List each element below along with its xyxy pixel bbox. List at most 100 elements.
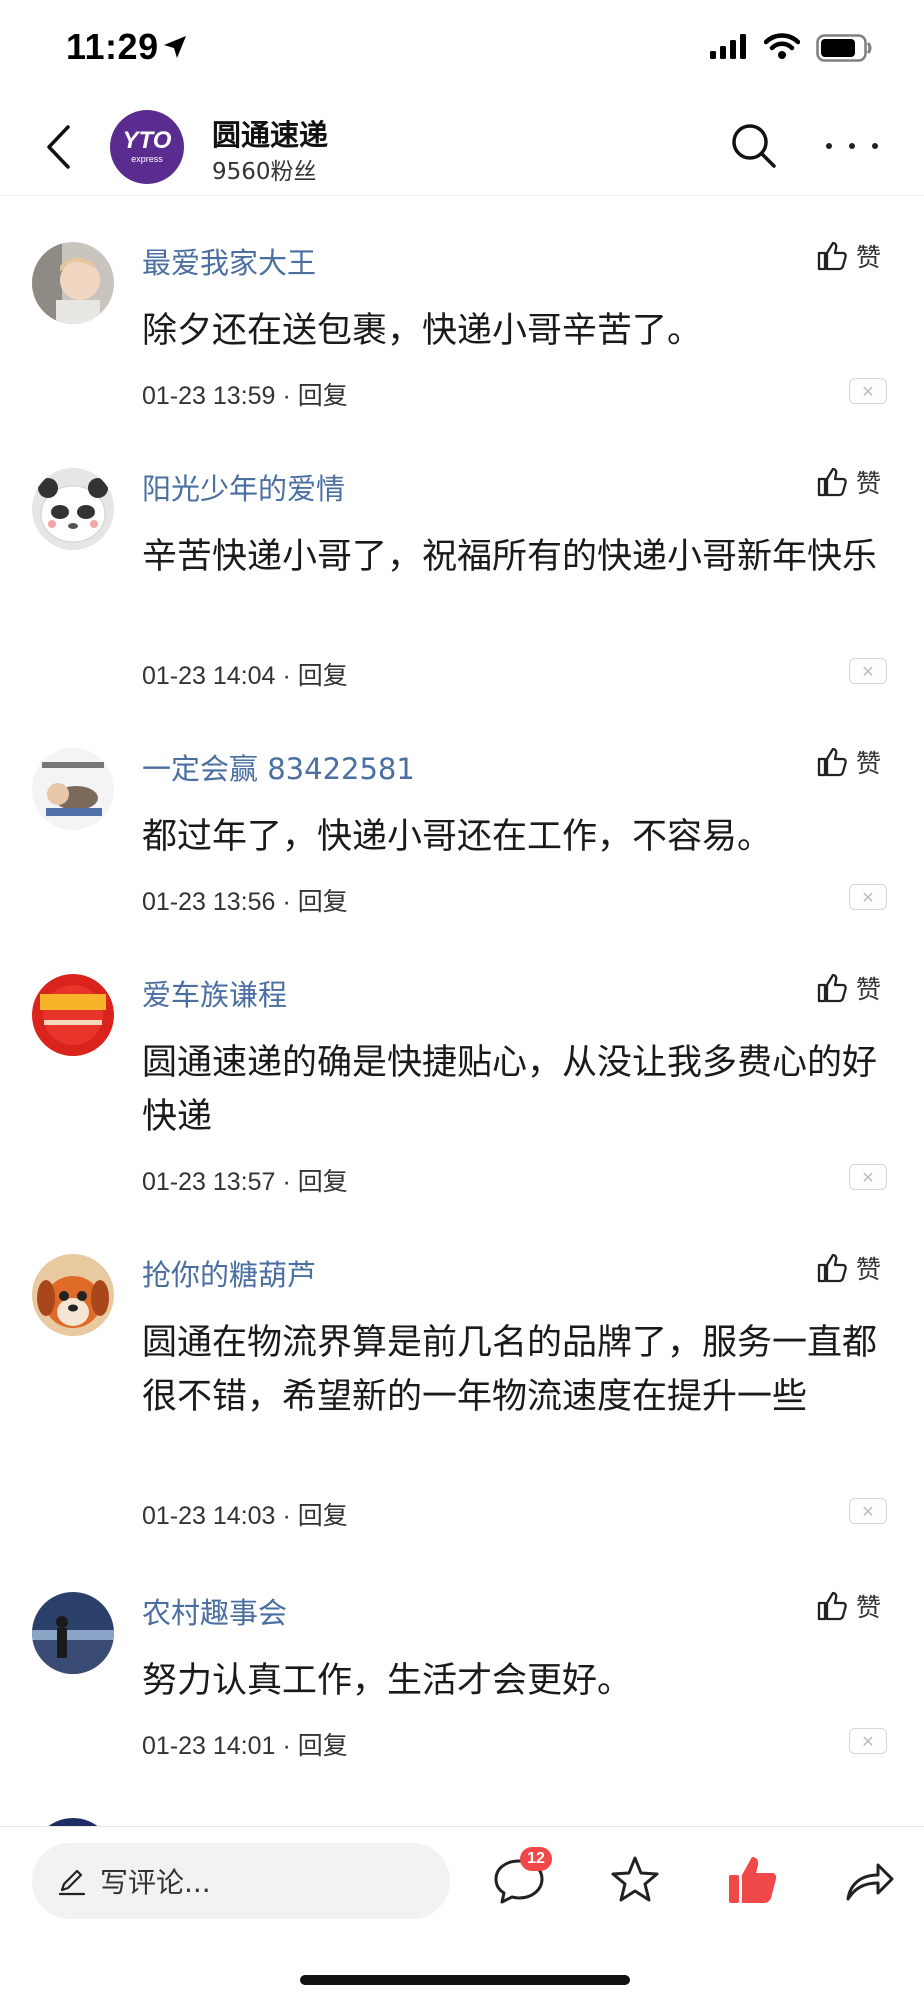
- comment-text: 努力认真工作，生活才会更好。: [142, 1661, 633, 1701]
- avatar[interactable]: [32, 1592, 114, 1674]
- battery-icon: [816, 34, 872, 62]
- status-bar: 11:29: [0, 0, 924, 98]
- comment-meta: 01-23 13:59 · 回复: [142, 381, 348, 410]
- comment-username[interactable]: 抢你的糖葫芦: [142, 1252, 316, 1294]
- logo-text: YTO: [122, 127, 172, 154]
- close-button[interactable]: ✕: [849, 1728, 887, 1754]
- comment-time: 01-23 13:57: [142, 1168, 276, 1196]
- avatar-image: [32, 1592, 114, 1674]
- comment-count-badge: 12: [520, 1847, 552, 1871]
- reply-button[interactable]: 回复: [298, 381, 348, 410]
- close-icon: ✕: [861, 1501, 875, 1521]
- avatar-image: [32, 468, 114, 550]
- comment-text: 除夕还在送包裹，快递小哥辛苦了。: [142, 311, 703, 351]
- avatar-image: [32, 1254, 114, 1336]
- more-dot-icon: [849, 143, 855, 149]
- avatar-image: [32, 974, 114, 1056]
- close-button[interactable]: ✕: [849, 1164, 887, 1190]
- comment-meta: 01-23 13:56 · 回复: [142, 887, 348, 916]
- more-dot-icon: [872, 143, 878, 149]
- comment-time: 01-23 14:04: [142, 662, 276, 690]
- like-label: 赞: [856, 1593, 882, 1622]
- account-header: YTO express 圆通速递 9560粉丝: [0, 98, 924, 196]
- brand-logo[interactable]: YTO express: [110, 110, 184, 184]
- thumbs-up-icon: [817, 1591, 847, 1621]
- home-indicator: [300, 1975, 630, 1985]
- avatar[interactable]: [32, 468, 114, 550]
- comment-text: 圆通速递的确是快捷贴心，从没让我多费心的好快递: [142, 1043, 878, 1137]
- comment-time: 01-23 14:01: [142, 1732, 276, 1760]
- close-button[interactable]: ✕: [849, 658, 887, 684]
- comment-time: 01-23 13:56: [142, 888, 276, 916]
- close-icon: ✕: [861, 1167, 875, 1187]
- close-button[interactable]: ✕: [849, 884, 887, 910]
- thumbs-up-icon: [817, 747, 847, 777]
- like-button[interactable]: 赞: [816, 464, 881, 500]
- like-label: 赞: [856, 243, 882, 272]
- more-options-button[interactable]: [826, 128, 878, 164]
- search-icon[interactable]: [728, 120, 780, 172]
- reply-button[interactable]: 回复: [298, 887, 348, 916]
- like-button[interactable]: 赞: [816, 238, 881, 274]
- like-button[interactable]: 赞: [816, 1250, 881, 1286]
- comment-username[interactable]: 爱车族谦程: [142, 972, 287, 1014]
- like-label: 赞: [856, 1255, 882, 1284]
- location-arrow-icon: [164, 36, 186, 58]
- close-icon: ✕: [861, 887, 875, 907]
- comment-text: 圆通在物流界算是前几名的品牌了，服务一直都很不错，希望新的一年物流速度在提升一些: [142, 1323, 878, 1417]
- like-label: 赞: [856, 975, 882, 1004]
- comment-meta: 01-23 14:01 · 回复: [142, 1731, 348, 1760]
- like-button[interactable]: 赞: [816, 970, 881, 1006]
- pen-icon: [58, 1869, 86, 1896]
- reply-button[interactable]: 回复: [298, 1731, 348, 1760]
- reply-button[interactable]: 回复: [298, 1167, 348, 1196]
- more-dot-icon: [826, 143, 832, 149]
- wifi-icon: [764, 33, 800, 59]
- comment-username[interactable]: 阳光少年的爱情: [142, 466, 345, 508]
- comment-text: 都过年了，快递小哥还在工作，不容易。: [142, 817, 773, 857]
- like-button[interactable]: 赞: [816, 744, 881, 780]
- account-name[interactable]: 圆通速递: [212, 112, 328, 154]
- avatar[interactable]: [32, 748, 114, 830]
- close-icon: ✕: [861, 661, 875, 681]
- comment-input-placeholder: 写评论...: [100, 1866, 211, 1899]
- avatar[interactable]: [32, 242, 114, 324]
- comment-username[interactable]: 最爱我家大王: [142, 240, 316, 282]
- thumbs-up-filled-icon[interactable]: [724, 1851, 782, 1909]
- share-arrow-icon[interactable]: [840, 1851, 898, 1909]
- reply-button[interactable]: 回复: [298, 661, 348, 690]
- thumbs-up-icon: [817, 241, 847, 271]
- bottom-action-bar: 写评论... 12: [0, 1826, 924, 2000]
- status-time: 11:29: [66, 26, 159, 67]
- avatar-image: [32, 242, 114, 324]
- thumbs-up-icon: [817, 1253, 847, 1283]
- comment-username[interactable]: 农村趣事会: [142, 1590, 287, 1632]
- thumbs-up-icon: [817, 973, 847, 1003]
- reply-button[interactable]: 回复: [298, 1501, 348, 1530]
- comment-text: 辛苦快递小哥了，祝福所有的快递小哥新年快乐: [142, 537, 878, 577]
- cellular-signal-icon: [710, 34, 746, 59]
- thumbs-up-icon: [817, 467, 847, 497]
- comment-list: 最爱我家大王 赞 除夕还在送包裹，快递小哥辛苦了。 01-23 13:59 · 回复…: [0, 196, 924, 1826]
- like-button[interactable]: 赞: [816, 1588, 881, 1624]
- avatar-image: [32, 748, 114, 830]
- follower-count: 9560粉丝: [212, 159, 317, 185]
- close-icon: ✕: [861, 1731, 875, 1751]
- comment-meta: 01-23 14:03 · 回复: [142, 1501, 348, 1530]
- comment-input[interactable]: 写评论...: [32, 1843, 450, 1919]
- star-icon[interactable]: [606, 1851, 664, 1909]
- logo-subtext: express: [131, 154, 163, 164]
- back-button[interactable]: [36, 118, 80, 176]
- like-label: 赞: [856, 749, 882, 778]
- back-arrow-icon: [47, 125, 70, 169]
- close-button[interactable]: ✕: [849, 378, 887, 404]
- comment-time: 01-23 13:59: [142, 382, 276, 410]
- close-button[interactable]: ✕: [849, 1498, 887, 1524]
- comment-meta: 01-23 14:04 · 回复: [142, 661, 348, 690]
- like-label: 赞: [856, 469, 882, 498]
- avatar[interactable]: [32, 1254, 114, 1336]
- avatar[interactable]: [32, 974, 114, 1056]
- comment-meta: 01-23 13:57 · 回复: [142, 1167, 348, 1196]
- comment-time: 01-23 14:03: [142, 1502, 276, 1530]
- comment-username[interactable]: 一定会赢 83422581: [142, 746, 415, 788]
